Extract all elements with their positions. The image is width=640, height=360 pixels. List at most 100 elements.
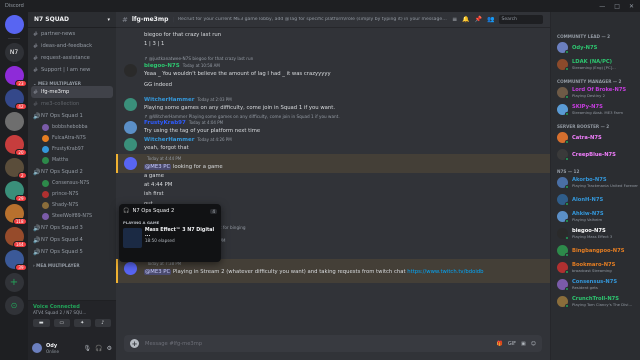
server-icon[interactable]: 39 — [4, 250, 27, 271]
activity-button[interactable]: ✦ — [74, 319, 91, 327]
title-bar: Discord — □ ✕ — [0, 0, 640, 12]
emoji-icon[interactable]: ☺ — [531, 341, 536, 347]
member-item[interactable]: SKIPy-N7S Streaming Absk. ME3 Farm — [551, 101, 640, 118]
soundboard-button[interactable]: ♪ — [94, 319, 111, 327]
member-item[interactable]: CreepBlue-N7S — [551, 146, 640, 163]
bell-icon[interactable]: 🔔 — [462, 16, 469, 23]
timestamp: Today at 4:26 PM — [197, 137, 232, 142]
threads-icon[interactable]: ≡ — [452, 16, 457, 23]
member-item[interactable]: biegoo-N7S Playing Mass Effect 3 — [551, 225, 640, 242]
server-icon[interactable]: 144 — [4, 227, 27, 248]
voice-status-channel[interactable]: ATV4 Squad 2 / N7 SQU... — [33, 310, 111, 315]
unread-badge: 23 — [15, 80, 27, 87]
gear-icon[interactable]: ⚙ — [107, 345, 112, 352]
member-item[interactable]: Akorbo-N7S Playing Trackmania United Fore… — [551, 174, 640, 191]
server-icon[interactable] — [4, 112, 24, 131]
gif-button[interactable]: GIF — [508, 341, 516, 347]
screen-share-button[interactable]: ▭ — [53, 319, 70, 327]
server-icon[interactable] — [4, 15, 24, 34]
explore-icon[interactable]: ⊙ — [4, 296, 24, 315]
search-input[interactable]: Search — [498, 15, 543, 24]
status-dot — [565, 185, 569, 189]
text-channel[interactable]: # request-assistance — [28, 52, 116, 64]
member-item[interactable]: Ahkiw-N7S Playing Valheim — [551, 208, 640, 225]
active-channel[interactable]: # lfg-me3mp — [31, 86, 113, 98]
voice-user[interactable]: FulcaAtra-N7S — [28, 133, 116, 144]
author-name[interactable]: WitcherHammer — [144, 137, 194, 143]
voice-user[interactable]: Matths — [28, 155, 116, 166]
message-text: at 4:44 PM — [144, 182, 173, 188]
voice-user[interactable]: Shady-N7S — [28, 200, 116, 211]
role-mention[interactable]: @ME3 PC — [144, 164, 172, 170]
message-composer[interactable]: + Message #lfg-me3mp 🎁 GIF ▣ ☺ — [124, 335, 542, 352]
member-item[interactable]: Consensus-N7S Resident gets — [551, 276, 640, 293]
avatar[interactable] — [124, 64, 137, 77]
reply-preview[interactable]: ↱ @justkanatwee-N7S biegoo for that craz… — [144, 56, 253, 61]
avatar[interactable] — [124, 121, 137, 134]
member-item[interactable]: Bookmaro-N7S broadcast Streaming — [551, 259, 640, 276]
plus-icon[interactable]: + — [130, 339, 139, 348]
minimize-button[interactable]: — — [599, 3, 605, 10]
channel-topic[interactable]: Recruit for your current ME3 game lobby,… — [178, 17, 448, 22]
maximize-button[interactable]: □ — [614, 3, 620, 10]
server-icon[interactable]: 2 — [4, 158, 27, 179]
voice-user[interactable]: bobbshebobba — [28, 122, 116, 133]
user-avatar[interactable] — [32, 343, 42, 353]
members-icon[interactable]: 👥 — [487, 16, 494, 23]
member-activity: broadcast Streaming — [572, 268, 612, 273]
sticker-icon[interactable]: ▣ — [521, 341, 526, 347]
microphone-icon[interactable]: 🎙 — [84, 345, 92, 352]
timestamp: Today at 2:03 PM — [197, 97, 232, 102]
voice-user[interactable]: Consensus-N7S — [28, 178, 116, 189]
server-icon[interactable]: 42 — [4, 89, 27, 110]
camera-button[interactable]: ▬ — [33, 319, 50, 327]
member-item[interactable]: CrunchTroll-N7S Playing Tom Clancy's The … — [551, 293, 640, 310]
pin-icon[interactable]: 📌 — [475, 16, 482, 23]
game-name: Mass Effect™ 3 N7 Digital ... — [144, 228, 215, 238]
server-icon[interactable]: 23 — [4, 66, 27, 87]
category-me3-multiplayer[interactable]: ⌄ ME3 MULTIPLAYER — [28, 76, 116, 86]
author-name[interactable]: biegoo-N7S — [144, 63, 180, 69]
avatar[interactable] — [124, 262, 137, 275]
avatar[interactable] — [124, 98, 137, 111]
text-channel[interactable]: # ideas-and-feedback — [28, 40, 116, 52]
server-header[interactable]: N7 SQUAD ▾ — [28, 12, 116, 28]
voice-channel[interactable]: 🔊 N7 Ops Squad 3 — [28, 222, 116, 234]
text-channel[interactable]: # Support | I am new — [28, 64, 116, 76]
server-icon[interactable]: N7 — [4, 43, 24, 62]
headphones-icon[interactable]: 🎧 — [95, 345, 102, 352]
voice-channel[interactable]: 🔊 N7 Ops Squad 1 — [28, 110, 116, 122]
server-icon[interactable]: 20 — [4, 135, 27, 156]
server-icon[interactable]: 118 — [4, 204, 27, 225]
message-link[interactable]: https://www.twitch.tv/bdoidb — [407, 269, 483, 275]
composer-placeholder[interactable]: Message #lfg-me3mp — [145, 341, 202, 347]
text-channel[interactable]: # me3-collection — [28, 98, 116, 110]
reply-preview[interactable]: ↱ @WitcherHammer Playing some games on a… — [144, 114, 340, 119]
category-mea-multiplayer[interactable]: › MEA MULTIPLAYER — [28, 258, 116, 268]
author-name[interactable]: FrustyKrab97 — [144, 120, 186, 126]
voice-channel[interactable]: 🔊 N7 Ops Squad 5 — [28, 246, 116, 258]
channel-label: lfg-me3mp — [41, 89, 70, 95]
server-icon[interactable]: 29 — [4, 181, 27, 202]
member-item[interactable]: Ody-N7S — [551, 39, 640, 56]
voice-channel[interactable]: 🔊 N7 Ops Squad 4 — [28, 234, 116, 246]
avatar[interactable] — [124, 138, 137, 151]
unread-badge: 144 — [12, 241, 27, 248]
author-name[interactable]: WitcherHammer — [144, 97, 194, 103]
voice-user[interactable]: SteelWolf89-N7S — [28, 211, 116, 222]
member-item[interactable]: Lord Of Broke-N7S Playing Destiny 2 — [551, 84, 640, 101]
voice-user[interactable]: prince-N7S — [28, 189, 116, 200]
text-channel[interactable]: # partner-news — [28, 28, 116, 40]
role-mention[interactable]: @ME3 PC — [144, 269, 172, 275]
member-item[interactable]: LDAK (NA/PC) Streaming (Eng) [PC]... — [551, 56, 640, 73]
gift-icon[interactable]: 🎁 — [497, 341, 503, 347]
close-button[interactable]: ✕ — [629, 3, 634, 10]
unread-badge: 20 — [15, 149, 27, 156]
member-item[interactable]: Catra-N7S — [551, 129, 640, 146]
avatar[interactable] — [124, 157, 137, 170]
member-item[interactable]: Bingbangpoo-N7S — [551, 242, 640, 259]
voice-channel[interactable]: 🔊 N7 Ops Squad 2 — [28, 166, 116, 178]
voice-user[interactable]: FrustyKrab97 — [28, 144, 116, 155]
add-server-icon[interactable]: + — [4, 273, 24, 292]
member-item[interactable]: AlonH-N7S — [551, 191, 640, 208]
